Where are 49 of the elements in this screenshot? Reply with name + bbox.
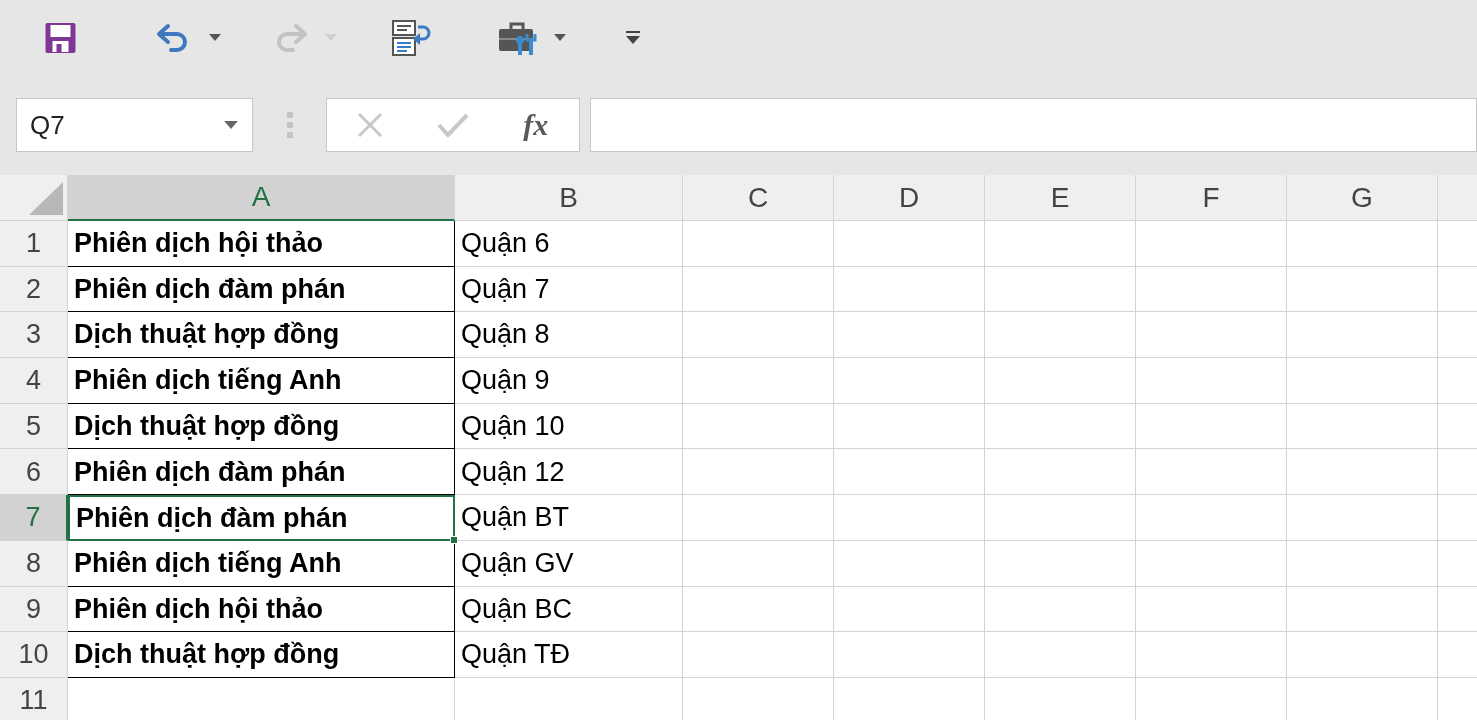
- table-cell: Quận 7: [455, 266, 683, 313]
- table-cell: Quận BC: [455, 586, 683, 633]
- table-cell: Phiên dịch hội thảo: [68, 221, 455, 267]
- table-cell: Quận TĐ: [455, 632, 683, 678]
- insert-function-button[interactable]: fx: [523, 110, 549, 140]
- column-header[interactable]: F: [1136, 175, 1287, 221]
- table-cell: Quận 10: [455, 403, 683, 450]
- table-cell: Phiên dịch đàm phán: [68, 449, 455, 496]
- row-header[interactable]: 5: [0, 403, 68, 450]
- caret-icon[interactable]: [209, 34, 221, 41]
- caret-icon: [224, 121, 238, 129]
- column-header[interactable]: A: [68, 175, 455, 221]
- table-cell: Dịch thuật hợp đồng: [68, 312, 455, 359]
- caret-icon[interactable]: [554, 34, 566, 41]
- formula-input[interactable]: [590, 98, 1477, 152]
- table-cell: Phiên dịch tiếng Anh: [68, 358, 455, 404]
- row-header[interactable]: 8: [0, 540, 68, 587]
- table-cell: Quận 6: [455, 221, 683, 267]
- table-cell: Dịch thuật hợp đồng: [68, 403, 455, 450]
- table-cell: Quận GV: [455, 540, 683, 587]
- row-header[interactable]: 1: [0, 221, 68, 267]
- row-header[interactable]: 10: [0, 632, 68, 678]
- table-cell: Quận 8: [455, 312, 683, 359]
- table-cell: Phiên dịch tiếng Anh: [68, 540, 455, 587]
- row-header[interactable]: 4: [0, 358, 68, 404]
- document-arrow-icon[interactable]: [392, 19, 432, 56]
- column-header[interactable]: G: [1287, 175, 1438, 221]
- table-cell: Phiên dịch đàm phán: [68, 266, 455, 313]
- table-cell: Dịch thuật hợp đồng: [68, 632, 455, 678]
- save-icon[interactable]: [44, 21, 77, 54]
- row-header[interactable]: 6: [0, 449, 68, 496]
- row-header[interactable]: 3: [0, 312, 68, 359]
- table-cell: Phiên dịch hội thảo: [68, 586, 455, 633]
- grip-dots-icon[interactable]: [286, 112, 293, 138]
- table-cell: Quận 12: [455, 449, 683, 496]
- table-cell: Phiên dịch đàm phán: [68, 495, 455, 541]
- table-cell: Quận 9: [455, 358, 683, 404]
- name-box[interactable]: Q7: [16, 98, 253, 152]
- column-header[interactable]: D: [834, 175, 985, 221]
- row-header[interactable]: 2: [0, 266, 68, 313]
- table-cell: Quận BT: [455, 495, 683, 541]
- row-header[interactable]: 9: [0, 586, 68, 633]
- row-header[interactable]: 11: [0, 677, 68, 720]
- customize-caret-icon[interactable]: [626, 31, 640, 44]
- row-header[interactable]: 7: [0, 495, 68, 541]
- column-header[interactable]: E: [985, 175, 1136, 221]
- column-header[interactable]: B: [455, 175, 683, 221]
- column-header[interactable]: C: [683, 175, 834, 221]
- fill-handle[interactable]: [450, 535, 458, 544]
